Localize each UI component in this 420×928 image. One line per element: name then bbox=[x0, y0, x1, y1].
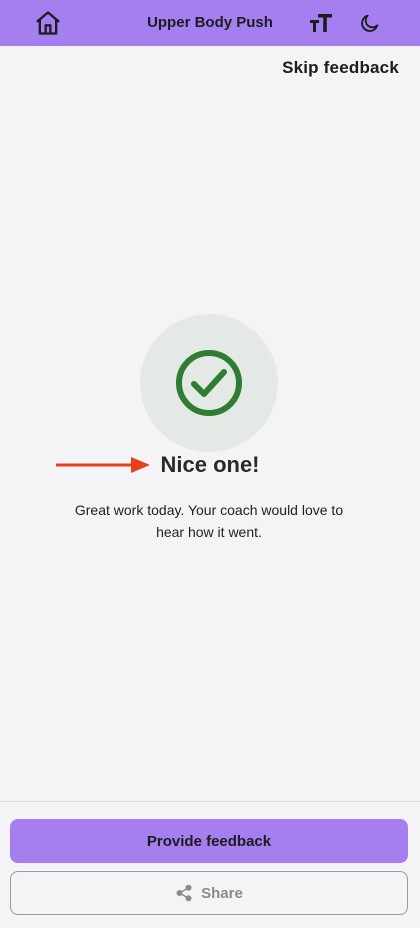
dark-mode-button[interactable] bbox=[354, 7, 386, 39]
text-size-icon bbox=[310, 14, 332, 32]
top-app-bar: Upper Body Push bbox=[0, 0, 420, 46]
skip-feedback-link[interactable]: Skip feedback bbox=[282, 58, 399, 78]
check-circle-icon bbox=[176, 350, 242, 416]
text-size-button[interactable] bbox=[305, 7, 337, 39]
success-headline: Nice one! bbox=[160, 452, 260, 477]
success-message: Great work today. Your coach would love … bbox=[74, 502, 344, 540]
share-label: Share bbox=[201, 884, 243, 902]
provide-feedback-button[interactable]: Provide feedback bbox=[10, 819, 408, 863]
success-badge bbox=[140, 314, 278, 452]
workout-complete-screen: Upper Body Push Skip feedback Nice one! … bbox=[0, 0, 420, 928]
moon-icon bbox=[361, 14, 379, 32]
share-icon bbox=[176, 884, 192, 902]
share-button[interactable]: Share bbox=[10, 871, 408, 915]
footer-divider bbox=[0, 801, 420, 802]
